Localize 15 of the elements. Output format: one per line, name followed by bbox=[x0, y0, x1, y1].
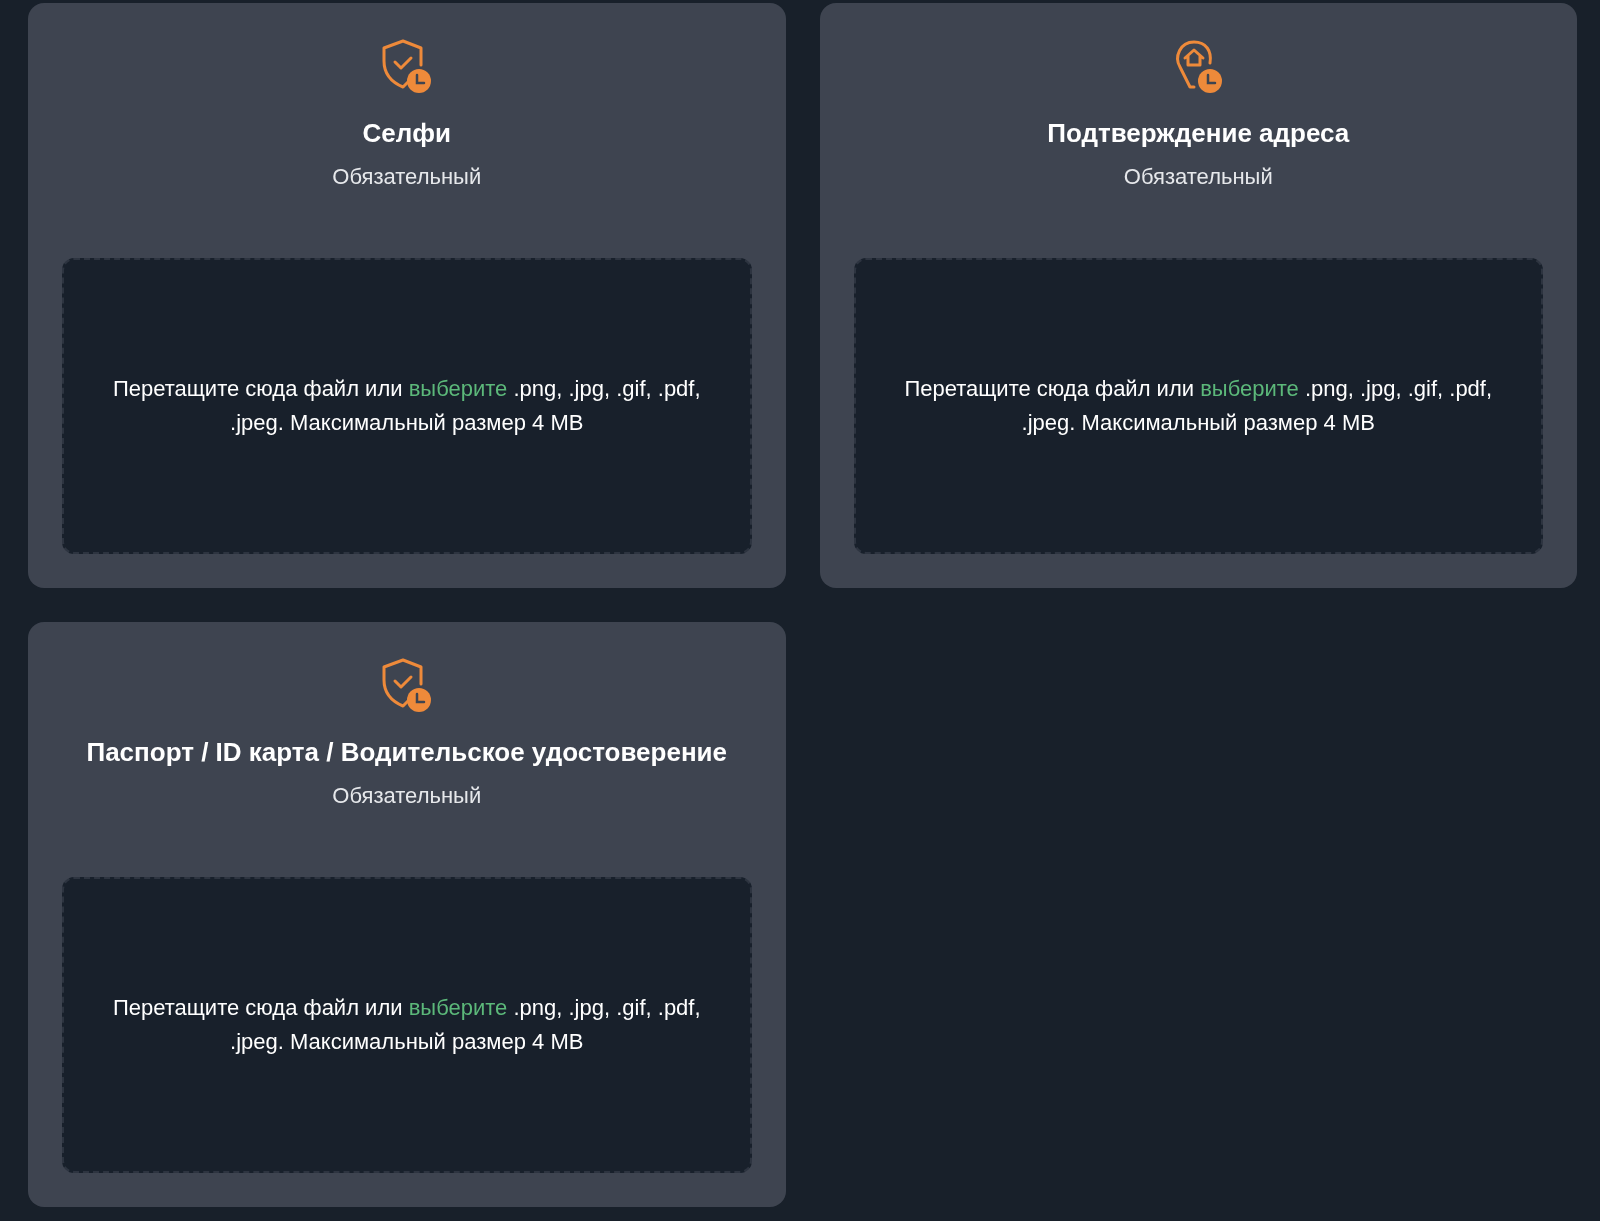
upload-instructions: Перетащите сюда файл или выберите .png, .jpg, .gif, .pdf, .jpeg. Максимальный размер 4 MB bbox=[111, 994, 702, 1056]
upload-instructions: Перетащите сюда файл или выберите .png, .jpg, .gif, .pdf, .jpeg. Максимальный размер 4 MB bbox=[903, 375, 1494, 437]
required-label: Обязательный bbox=[1123, 163, 1273, 191]
required-label: Обязательный bbox=[332, 163, 482, 191]
document-title: Подтверждение адреса bbox=[1047, 117, 1350, 149]
upload-instructions: Перетащите сюда файл или выберите .png, .jpg, .gif, .pdf, .jpeg. Максимальный размер 4 MB bbox=[111, 375, 702, 437]
choose-file-link[interactable]: выберите bbox=[1200, 376, 1299, 401]
upload-dropzone[interactable]: Перетащите сюда файл или выберите .png, .jpg, .gif, .pdf, .jpeg. Максимальный размер 4 MB bbox=[62, 258, 752, 554]
document-title: Паспорт / ID карта / Водительское удостоверение bbox=[86, 736, 728, 768]
choose-file-link[interactable]: выберите bbox=[408, 376, 508, 401]
required-label: Обязательный bbox=[332, 782, 482, 810]
upload-dropzone[interactable]: Перетащите сюда файл или выберите .png, .jpg, .gif, .pdf, .jpeg. Максимальный размер 4 MB bbox=[853, 258, 1543, 554]
choose-file-link[interactable]: выберите bbox=[408, 995, 508, 1020]
upload-dropzone[interactable]: Перетащите сюда файл или выберите .png, .jpg, .gif, .pdf, .jpeg. Максимальный размер 4 MB bbox=[62, 877, 752, 1173]
document-title: Селфи bbox=[362, 117, 451, 149]
